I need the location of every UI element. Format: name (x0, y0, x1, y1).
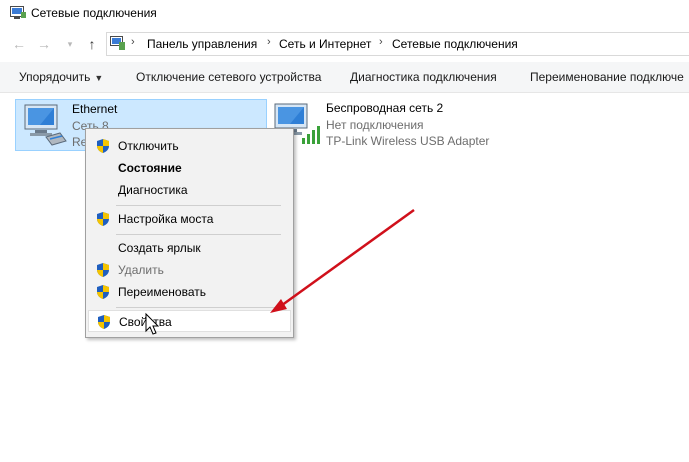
recent-locations-chevron-icon[interactable]: ▾ (62, 36, 78, 52)
menu-separator (116, 234, 281, 235)
ethernet-adapter-icon (24, 104, 67, 146)
organize-label: Упорядочить (19, 70, 91, 84)
organize-button[interactable]: Упорядочить ▼ (19, 70, 103, 84)
uac-shield-icon (97, 212, 109, 226)
title-bar: Сетевые подключения (0, 0, 689, 26)
menu-item-label: Удалить (118, 263, 164, 277)
control-panel-icon (110, 36, 125, 50)
connection-status: Нет подключения (326, 118, 424, 132)
menu-item-properties[interactable]: Свойства (88, 310, 291, 332)
menu-item-delete[interactable]: Удалить (88, 259, 291, 281)
network-connections-icon (10, 6, 26, 19)
address-bar[interactable]: › Панель управления › Сеть и Интернет › … (106, 32, 689, 56)
menu-item-label: Отключить (118, 139, 179, 153)
disable-device-button[interactable]: Отключение сетевого устройства (136, 70, 321, 84)
window-title: Сетевые подключения (31, 6, 157, 20)
chevron-right-icon[interactable]: › (379, 36, 383, 48)
connection-wireless[interactable]: Беспроводная сеть 2 Нет подключения TP-L… (270, 99, 530, 149)
menu-item-create-shortcut[interactable]: Создать ярлык (88, 237, 291, 259)
menu-item-diagnostics[interactable]: Диагностика (88, 179, 291, 201)
menu-item-label: Диагностика (118, 183, 188, 197)
breadcrumb-control-panel[interactable]: Панель управления (147, 37, 257, 51)
uac-shield-icon (97, 285, 109, 299)
menu-item-label: Свойства (119, 315, 172, 329)
menu-item-label: Настройка моста (118, 212, 214, 226)
context-menu: Отключить Состояние Диагностика Настройк… (85, 128, 294, 338)
uac-shield-icon (97, 263, 109, 277)
uac-shield-icon (98, 315, 110, 329)
connection-name: Ethernet (72, 102, 118, 116)
rename-button[interactable]: Переименование подключе (530, 70, 684, 84)
annotation-arrow (277, 208, 415, 310)
uac-shield-icon (97, 139, 109, 153)
menu-item-rename[interactable]: Переименовать (88, 281, 291, 303)
connection-adapter: TP-Link Wireless USB Adapter (326, 134, 490, 148)
back-arrow-icon[interactable]: ← (11, 36, 27, 52)
connection-name: Беспроводная сеть 2 (326, 101, 444, 115)
forward-arrow-icon[interactable]: → (36, 36, 52, 52)
menu-item-status[interactable]: Состояние (88, 157, 291, 179)
diagnose-button[interactable]: Диагностика подключения (350, 70, 497, 84)
menu-item-label: Переименовать (118, 285, 206, 299)
menu-item-label: Создать ярлык (118, 241, 201, 255)
breadcrumb-network-connections[interactable]: Сетевые подключения (392, 37, 518, 51)
chevron-right-icon[interactable]: › (267, 36, 271, 48)
breadcrumb-network-internet[interactable]: Сеть и Интернет (279, 37, 371, 51)
menu-item-disable[interactable]: Отключить (88, 135, 291, 157)
menu-separator (116, 307, 281, 308)
chevron-right-icon[interactable]: › (131, 36, 135, 48)
menu-item-label: Состояние (118, 161, 182, 175)
up-arrow-icon[interactable]: ↑ (84, 36, 100, 52)
menu-separator (116, 205, 281, 206)
dropdown-caret-icon: ▼ (94, 73, 104, 83)
menu-item-bridge[interactable]: Настройка моста (88, 208, 291, 230)
command-bar: Упорядочить ▼ Отключение сетевого устройс… (0, 62, 689, 93)
